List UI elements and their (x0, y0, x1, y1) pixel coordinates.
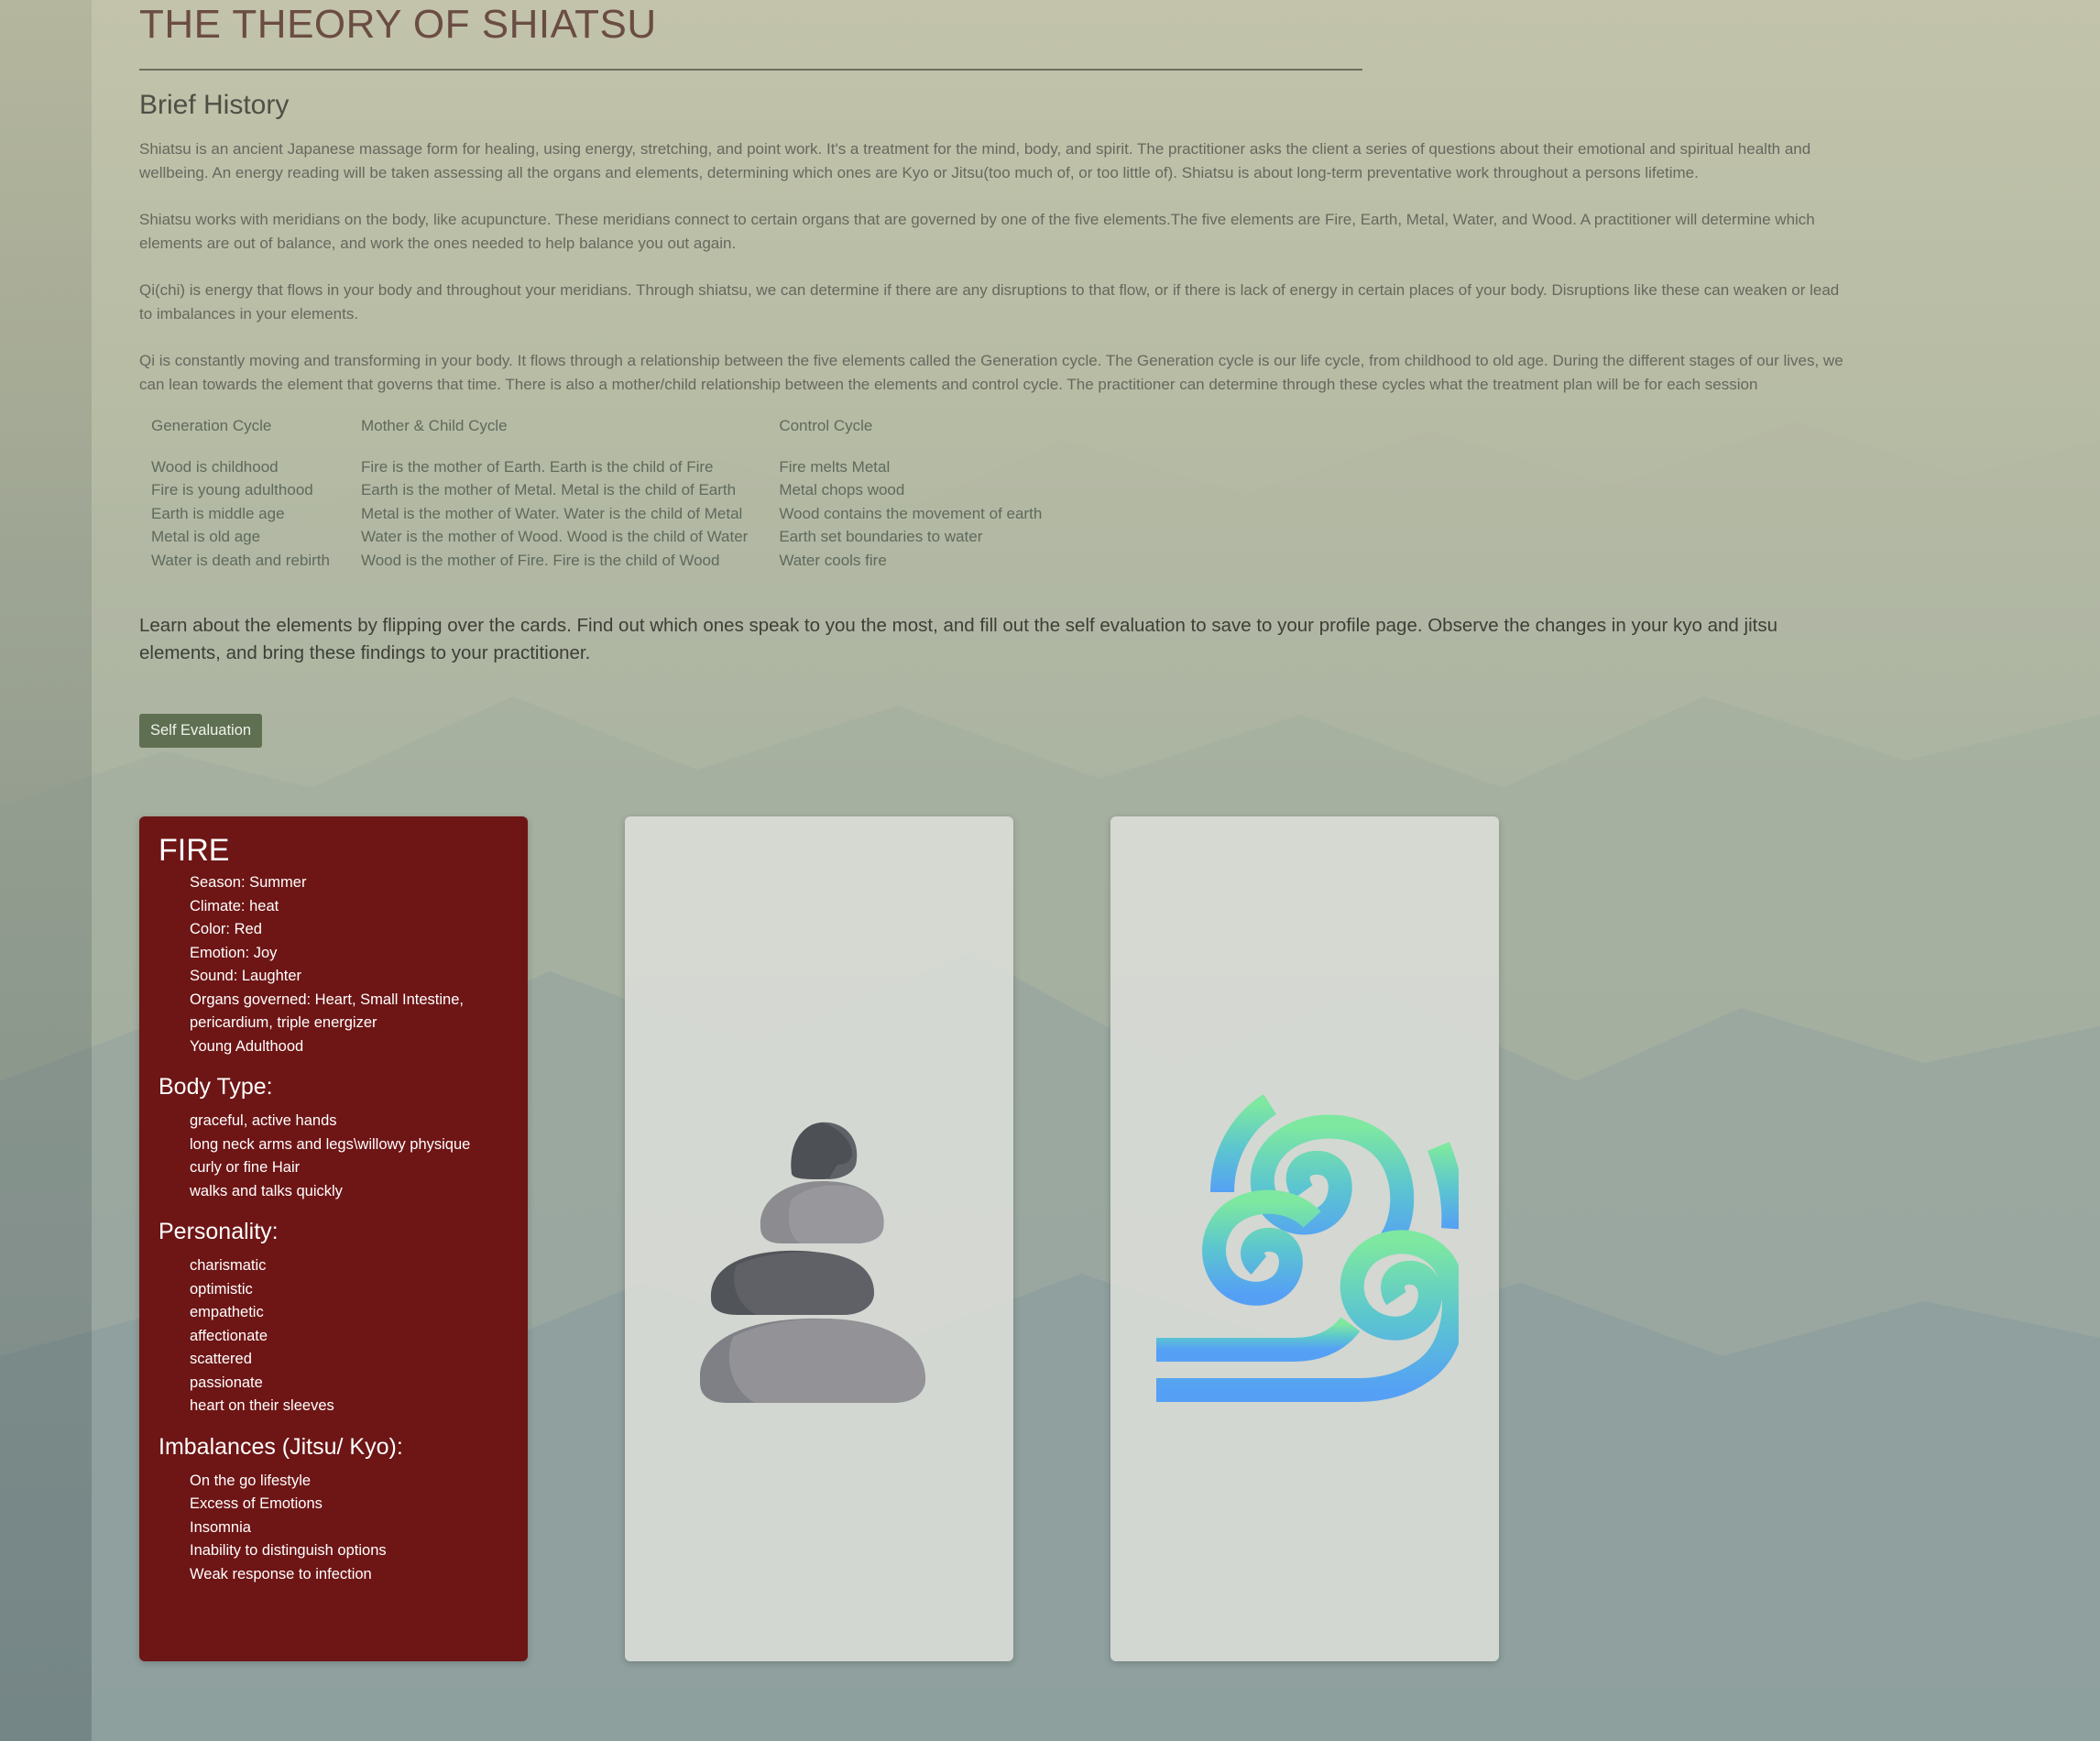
air-element-card[interactable] (1110, 816, 1499, 1661)
list-item: empathetic (190, 1304, 264, 1320)
list-item: Organs governed: Heart, Small Intestine,… (190, 991, 464, 1032)
wind-swirl-icon (1156, 1093, 1459, 1402)
table-row: Metal is old age Water is the mother of … (151, 526, 1073, 550)
stacked-stones-icon (700, 1122, 925, 1403)
history-paragraphs: Shiatsu is an ancient Japanese massage f… (139, 137, 1853, 420)
table-cell: Metal is old age (151, 528, 261, 546)
title-divider (139, 69, 1362, 71)
list-item: long neck arms and legs\willowy physique (190, 1135, 471, 1153)
list-item: walks and talks quickly (190, 1182, 343, 1199)
personality-heading: Personality: (159, 1219, 279, 1244)
list-item: Color: Red (190, 921, 262, 937)
left-shade-band (0, 0, 92, 1741)
page-title: THE THEORY OF SHIATSU (139, 2, 657, 47)
section-heading-brief-history: Brief History (139, 90, 290, 120)
list-item: charismatic (190, 1257, 267, 1274)
list-item: optimistic (190, 1280, 253, 1298)
table-cell: Fire melts Metal (779, 457, 891, 476)
fire-element-card[interactable]: FIRE Season: Summer Climate: heat Color:… (139, 816, 528, 1661)
table-row: Earth is middle age Metal is the mother … (151, 502, 1073, 526)
table-cell: Wood is childhood (151, 457, 279, 476)
table-row: Fire is young adulthood Earth is the mot… (151, 479, 1073, 503)
column-header-generation: Generation Cycle (151, 417, 272, 434)
list-item: passionate (190, 1374, 263, 1391)
list-item: On the go lifestyle (190, 1472, 312, 1489)
table-cell: Earth set boundaries to water (779, 528, 983, 546)
table-cell: Wood is the mother of Fire. Fire is the … (360, 551, 720, 569)
history-paragraph: Shiatsu works with meridians on the body… (139, 211, 1815, 252)
table-cell: Fire is young adulthood (151, 481, 313, 499)
table-cell: Metal is the mother of Water. Water is t… (360, 504, 743, 522)
earth-element-card[interactable] (625, 816, 1013, 1661)
body-type-list: graceful, active hands long neck arms an… (159, 1110, 509, 1203)
cycles-table: Generation Cycle Mother & Child Cycle Co… (151, 417, 1073, 573)
table-cell: Earth is the mother of Metal. Metal is t… (360, 481, 737, 499)
table-cell: Earth is middle age (151, 504, 285, 522)
table-cell: Wood contains the movement of earth (779, 504, 1043, 522)
imbalances-heading: Imbalances (Jitsu/ Kyo): (159, 1433, 403, 1460)
list-item: Young Adulthood (190, 1037, 304, 1055)
list-item: curly or fine Hair (190, 1159, 301, 1176)
table-header-row: Generation Cycle Mother & Child Cycle Co… (151, 417, 1073, 440)
list-item: Sound: Laughter (190, 968, 302, 984)
list-item: Emotion: Joy (190, 944, 278, 961)
list-item: Inability to distinguish options (190, 1542, 387, 1559)
list-item: Climate: heat (190, 897, 279, 914)
list-item: affectionate (190, 1327, 268, 1344)
column-header-mother-child: Mother & Child Cycle (360, 417, 508, 434)
list-item: Weak response to infection (190, 1565, 372, 1582)
cards-instructions: Learn about the elements by flipping ove… (139, 615, 1777, 663)
table-cell: Water cools fire (779, 551, 887, 569)
list-item: graceful, active hands (190, 1112, 337, 1129)
table-row: Wood is childhood Fire is the mother of … (151, 455, 1073, 479)
table-spacer (151, 440, 1073, 455)
table-cell: Water is the mother of Wood. Wood is the… (360, 528, 749, 546)
table-cell: Fire is the mother of Earth. Earth is th… (360, 457, 714, 476)
history-paragraph: Shiatsu is an ancient Japanese massage f… (139, 140, 1811, 181)
list-item: Excess of Emotions (190, 1495, 323, 1512)
table-cell: Water is death and rebirth (151, 551, 330, 569)
table-row: Water is death and rebirth Wood is the m… (151, 549, 1073, 573)
list-item: Season: Summer (190, 874, 307, 891)
body-type-heading: Body Type: (159, 1074, 273, 1100)
card-title: FIRE (159, 833, 230, 868)
imbalances-list: On the go lifestyle Excess of Emotions I… (159, 1470, 509, 1587)
personality-list: charismatic optimistic empathetic affect… (159, 1254, 509, 1418)
history-paragraph: Qi(chi) is energy that flows in your bod… (139, 281, 1840, 323)
attribute-list: Season: Summer Climate: heat Color: Red … (159, 871, 509, 1058)
list-item: Insomnia (190, 1518, 251, 1536)
table-cell: Metal chops wood (779, 481, 905, 499)
cycles-table-wrapper: Generation Cycle Mother & Child Cycle Co… (151, 417, 1073, 573)
list-item: heart on their sleeves (190, 1397, 334, 1414)
self-evaluation-button[interactable]: Self Evaluation (139, 714, 263, 748)
column-header-control: Control Cycle (779, 417, 873, 434)
list-item: scattered (190, 1351, 252, 1367)
history-paragraph: Qi is constantly moving and transforming… (139, 352, 1843, 393)
